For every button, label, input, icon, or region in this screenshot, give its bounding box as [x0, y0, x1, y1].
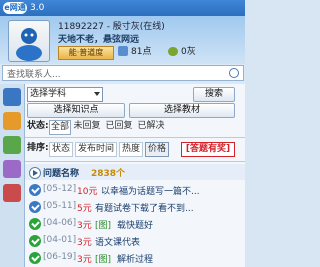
avatar-image	[16, 28, 42, 61]
question-check-icon	[29, 235, 41, 247]
sort-time[interactable]: 发布时间	[75, 142, 117, 157]
item-reward: 3元	[77, 255, 92, 265]
list-item[interactable]: [04-01] 3元 语文课代表	[25, 233, 245, 249]
points-icon	[118, 46, 128, 56]
list-item[interactable]: [04-06] 3元 [图] 载快题好	[25, 216, 245, 232]
question-check-icon	[29, 218, 41, 230]
user-info: 11892227 - 殷寸灰(在线)	[58, 22, 165, 32]
item-reward: 10元	[77, 187, 98, 197]
avatar[interactable]	[8, 20, 50, 62]
item-date: [04-06]	[43, 218, 77, 228]
list-header: 问题名称 2838个	[25, 164, 245, 180]
side-tabs	[0, 84, 25, 267]
user-id: 11892227	[58, 22, 104, 32]
sort-price[interactable]: 价格	[145, 142, 169, 157]
qa-panel: 选择学科 搜索 选择知识点 选择教材 状态: 全部 未回复 已回复 已解决 排序…	[25, 84, 245, 267]
status-resolved[interactable]: 已解决	[137, 120, 165, 133]
divider	[25, 137, 245, 138]
item-title: 以幸福为话题写一篇不...	[101, 187, 200, 197]
item-date: [05-12]	[43, 184, 77, 194]
question-check-icon	[29, 201, 41, 213]
item-reward: 5元	[77, 204, 92, 214]
chevron-down-icon	[94, 92, 100, 96]
item-title: 有题试卷下载了看不到...	[95, 204, 194, 214]
question-check-icon	[29, 184, 41, 196]
status-all[interactable]: 全部	[49, 120, 71, 135]
subject-select[interactable]: 选择学科	[27, 87, 103, 102]
app-window: e网通 3.0 11892227 - 殷寸灰(在线) 天地不老，悬弦网远 能·普…	[0, 0, 245, 267]
list-item[interactable]: [05-11] 5元 有题试卷下载了看不到...	[25, 199, 245, 215]
level-badge: 能·普道度	[58, 46, 114, 60]
play-icon[interactable]	[29, 167, 41, 179]
subject-select-label: 选择学科	[30, 89, 67, 99]
bean-value: 0灰	[181, 47, 196, 57]
divider	[25, 161, 245, 162]
points-value: 81点	[131, 47, 152, 57]
item-date: [05-11]	[43, 201, 77, 211]
message-tab-icon[interactable]	[3, 184, 21, 202]
status-unreplied[interactable]: 未回复	[73, 120, 101, 133]
status-replied[interactable]: 已回复	[105, 120, 133, 133]
search-input[interactable]: 查找联系人...	[7, 67, 61, 80]
knowledge-button[interactable]: 选择知识点	[27, 103, 125, 118]
list-header-label: 问题名称	[43, 169, 80, 179]
search-icon[interactable]	[229, 68, 239, 78]
item-image-tag: [图]	[95, 255, 112, 265]
item-title: 语文课代表	[95, 238, 141, 248]
search-bar[interactable]: 查找联系人...	[2, 65, 244, 81]
bean-icon	[168, 47, 178, 56]
status-label: 状态:	[27, 121, 49, 131]
user-name: 殷寸灰(在线)	[112, 22, 165, 32]
list-item[interactable]: [06-19] 3元 [图] 解析过程	[25, 250, 245, 266]
resource-tab-icon[interactable]	[3, 136, 21, 154]
list-item[interactable]: [05-12] 10元 以幸福为话题写一篇不...	[25, 182, 245, 198]
item-date: [06-19]	[43, 252, 77, 262]
sort-hot[interactable]: 热度	[119, 142, 143, 157]
item-title: 解析过程	[117, 255, 154, 265]
textbook-button[interactable]: 选择教材	[129, 103, 235, 118]
item-date: [04-01]	[43, 235, 77, 245]
item-title: 载快题好	[117, 221, 154, 231]
app-logo: e网通	[3, 2, 27, 14]
answer-reward-tag[interactable]: [答题有奖]	[181, 142, 235, 157]
contacts-tab-icon[interactable]	[3, 88, 21, 106]
sort-label: 排序:	[27, 143, 49, 153]
signature[interactable]: 天地不老，悬弦网远	[58, 32, 139, 45]
item-image-tag: [图]	[95, 221, 112, 231]
profile-panel: 11892227 - 殷寸灰(在线) 天地不老，悬弦网远 能·普道度 81点 0…	[0, 16, 245, 64]
item-reward: 3元	[77, 221, 92, 231]
sort-status[interactable]: 状态	[49, 142, 73, 157]
title-bar[interactable]: e网通 3.0	[0, 0, 245, 16]
list-header-count: 2838个	[91, 169, 126, 179]
search-button[interactable]: 搜索	[193, 87, 235, 102]
qa-tab-icon[interactable]	[3, 112, 21, 130]
item-reward: 3元	[77, 238, 92, 248]
window-title: 3.0	[30, 3, 45, 13]
group-tab-icon[interactable]	[3, 160, 21, 178]
question-check-icon	[29, 252, 41, 264]
